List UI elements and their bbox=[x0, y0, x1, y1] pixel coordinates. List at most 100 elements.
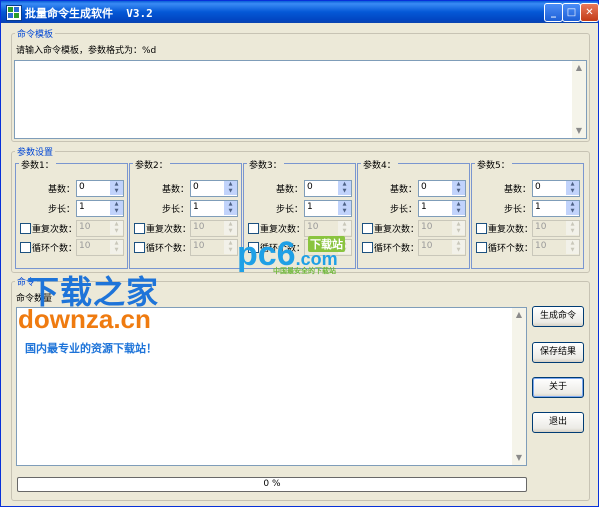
minimize-button[interactable]: _ bbox=[544, 3, 563, 22]
pc6-watermark-tag: 下载站 bbox=[308, 236, 345, 252]
param-2-loop-label: 循环个数： bbox=[146, 244, 192, 254]
param-2-repeat-label: 重复次数： bbox=[146, 225, 192, 235]
maximize-button[interactable]: □ bbox=[562, 3, 581, 22]
param-3-base-label: 基数： bbox=[276, 185, 304, 195]
about-button[interactable]: 关于 bbox=[532, 377, 584, 398]
scroll-down-icon[interactable]: ▼ bbox=[573, 125, 585, 137]
spin-down-icon[interactable]: ▼ bbox=[452, 208, 465, 215]
spin-up-icon[interactable]: ▲ bbox=[452, 221, 465, 228]
spin-up-icon[interactable]: ▲ bbox=[338, 201, 351, 208]
spin-up-icon[interactable]: ▲ bbox=[110, 181, 123, 188]
spin-down-icon[interactable]: ▼ bbox=[338, 188, 351, 195]
param-1-loop-spinner[interactable]: 10 ▲ ▼ bbox=[76, 239, 124, 256]
save-result-button[interactable]: 保存结果 bbox=[532, 342, 584, 363]
param-2-base-label: 基数： bbox=[162, 185, 190, 195]
template-hint: 请输入命令模板，参数格式为：%d bbox=[16, 46, 157, 56]
spin-up-icon[interactable]: ▲ bbox=[338, 181, 351, 188]
spin-down-icon[interactable]: ▼ bbox=[110, 247, 123, 254]
param-1-loop-checkbox[interactable] bbox=[20, 242, 31, 253]
spin-down-icon[interactable]: ▼ bbox=[224, 208, 237, 215]
param-1-base-spinner[interactable]: 0 ▲ ▼ bbox=[76, 180, 124, 197]
spin-down-icon[interactable]: ▼ bbox=[566, 247, 579, 254]
spin-down-icon[interactable]: ▼ bbox=[566, 228, 579, 235]
spin-up-icon[interactable]: ▲ bbox=[566, 240, 579, 247]
spin-down-icon[interactable]: ▼ bbox=[338, 228, 351, 235]
spin-up-icon[interactable]: ▲ bbox=[224, 201, 237, 208]
spin-up-icon[interactable]: ▲ bbox=[566, 221, 579, 228]
param-5-loop-checkbox[interactable] bbox=[476, 242, 487, 253]
param-4-repeat-label: 重复次数： bbox=[374, 225, 420, 235]
progress-bar: 0 % bbox=[17, 477, 527, 492]
param-4-base-spinner[interactable]: 0 ▲ ▼ bbox=[418, 180, 466, 197]
param-2-loop-checkbox[interactable] bbox=[134, 242, 145, 253]
spin-up-icon[interactable]: ▲ bbox=[110, 221, 123, 228]
param-1-repeat-spinner[interactable]: 10 ▲ ▼ bbox=[76, 220, 124, 237]
spin-down-icon[interactable]: ▼ bbox=[566, 188, 579, 195]
template-scrollbar[interactable]: ▲ ▼ bbox=[572, 61, 586, 138]
spin-up-icon[interactable]: ▲ bbox=[452, 240, 465, 247]
param-1-repeat-checkbox[interactable] bbox=[20, 223, 31, 234]
spin-up-icon[interactable]: ▲ bbox=[566, 181, 579, 188]
generate-command-button[interactable]: 生成命令 bbox=[532, 306, 584, 327]
param-3-repeat-checkbox[interactable] bbox=[248, 223, 259, 234]
param-2-loop-spinner[interactable]: 10 ▲ ▼ bbox=[190, 239, 238, 256]
scroll-down-icon[interactable]: ▼ bbox=[513, 452, 525, 464]
param-2-step-label: 步长： bbox=[162, 205, 190, 215]
template-group: 命令模板 请输入命令模板，参数格式为：%d ▲ ▼ bbox=[11, 27, 590, 142]
param-5-base-spinner[interactable]: 0 ▲ ▼ bbox=[532, 180, 580, 197]
param-5-repeat-spinner[interactable]: 10 ▲ ▼ bbox=[532, 220, 580, 237]
result-scrollbar[interactable]: ▲ ▼ bbox=[512, 308, 526, 465]
spin-up-icon[interactable]: ▲ bbox=[452, 181, 465, 188]
param-3-base-spinner[interactable]: 0 ▲ ▼ bbox=[304, 180, 352, 197]
param-4-repeat-checkbox[interactable] bbox=[362, 223, 373, 234]
param-3-repeat-label: 重复次数： bbox=[260, 225, 306, 235]
param-5-title: 参数5： bbox=[475, 158, 512, 171]
exit-button[interactable]: 退出 bbox=[532, 412, 584, 433]
param-2-repeat-spinner[interactable]: 10 ▲ ▼ bbox=[190, 220, 238, 237]
param-4-loop-spinner[interactable]: 10 ▲ ▼ bbox=[418, 239, 466, 256]
spin-down-icon[interactable]: ▼ bbox=[224, 228, 237, 235]
param-4-step-spinner[interactable]: 1 ▲ ▼ bbox=[418, 200, 466, 217]
param-2-repeat-checkbox[interactable] bbox=[134, 223, 145, 234]
scroll-up-icon[interactable]: ▲ bbox=[573, 62, 585, 74]
param-5-repeat-label: 重复次数： bbox=[488, 225, 534, 235]
spin-up-icon[interactable]: ▲ bbox=[110, 240, 123, 247]
param-5-repeat-checkbox[interactable] bbox=[476, 223, 487, 234]
spin-down-icon[interactable]: ▼ bbox=[110, 228, 123, 235]
spin-up-icon[interactable]: ▲ bbox=[452, 201, 465, 208]
spin-up-icon[interactable]: ▲ bbox=[110, 201, 123, 208]
pc6-watermark-slogan: 中国最安全的下载站 bbox=[273, 267, 336, 275]
param-5-step-label: 步长： bbox=[504, 205, 532, 215]
spin-down-icon[interactable]: ▼ bbox=[452, 228, 465, 235]
param-2-step-spinner[interactable]: 1 ▲ ▼ bbox=[190, 200, 238, 217]
param-4-loop-checkbox[interactable] bbox=[362, 242, 373, 253]
scroll-up-icon[interactable]: ▲ bbox=[513, 309, 525, 321]
spin-down-icon[interactable]: ▼ bbox=[224, 247, 237, 254]
spin-down-icon[interactable]: ▼ bbox=[338, 208, 351, 215]
spin-down-icon[interactable]: ▼ bbox=[224, 188, 237, 195]
downza-watermark-slogan: 国内最专业的资源下载站！ bbox=[25, 342, 157, 355]
param-2-base-spinner[interactable]: 0 ▲ ▼ bbox=[190, 180, 238, 197]
spin-down-icon[interactable]: ▼ bbox=[566, 208, 579, 215]
param-3-step-spinner[interactable]: 1 ▲ ▼ bbox=[304, 200, 352, 217]
spin-up-icon[interactable]: ▲ bbox=[338, 221, 351, 228]
title-bar[interactable]: 批量命令生成软件 V3.2 _ □ ✕ bbox=[1, 1, 599, 23]
template-input[interactable]: ▲ ▼ bbox=[14, 60, 587, 139]
param-5-step-spinner[interactable]: 1 ▲ ▼ bbox=[532, 200, 580, 217]
window-title: 批量命令生成软件 V3.2 bbox=[25, 7, 153, 20]
spin-down-icon[interactable]: ▼ bbox=[110, 188, 123, 195]
param-5-loop-spinner[interactable]: 10 ▲ ▼ bbox=[532, 239, 580, 256]
spin-down-icon[interactable]: ▼ bbox=[452, 188, 465, 195]
spin-up-icon[interactable]: ▲ bbox=[566, 201, 579, 208]
app-icon bbox=[6, 5, 22, 21]
downza-watermark-en: downza.cn bbox=[18, 304, 151, 334]
spin-down-icon[interactable]: ▼ bbox=[110, 208, 123, 215]
spin-up-icon[interactable]: ▲ bbox=[224, 240, 237, 247]
param-1-step-spinner[interactable]: 1 ▲ ▼ bbox=[76, 200, 124, 217]
param-4-repeat-spinner[interactable]: 10 ▲ ▼ bbox=[418, 220, 466, 237]
param-4-title: 参数4： bbox=[361, 158, 398, 171]
close-button[interactable]: ✕ bbox=[580, 3, 599, 22]
spin-up-icon[interactable]: ▲ bbox=[224, 221, 237, 228]
spin-down-icon[interactable]: ▼ bbox=[452, 247, 465, 254]
spin-up-icon[interactable]: ▲ bbox=[224, 181, 237, 188]
